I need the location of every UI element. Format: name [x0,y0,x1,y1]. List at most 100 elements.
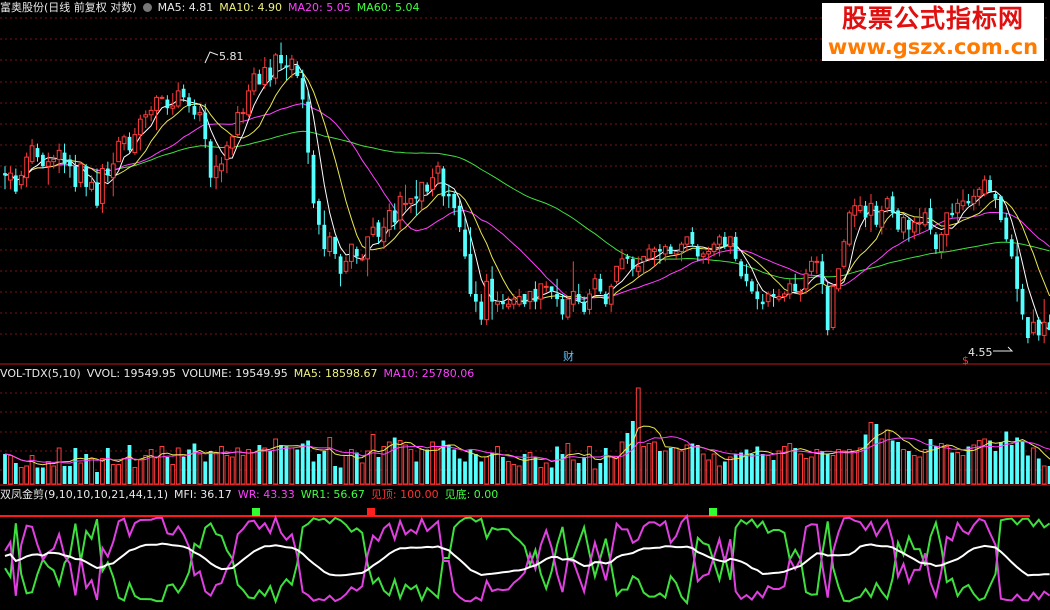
volume-bar-up [809,456,814,485]
candle-body-down [84,166,89,187]
volume-bar-up [224,455,230,485]
candle-body-down [468,253,473,294]
volume-bar-down [181,457,186,484]
volume-bar-down [322,451,327,484]
candle-body-down [906,220,911,230]
candle-body-up [419,181,425,202]
candle-body-up [435,165,441,174]
wr1-label: WR1: 56.67 [300,488,365,501]
volume-bar-down [463,461,467,484]
ma60-label: MA60: 5.04 [356,1,420,14]
candle-body-down [874,205,879,225]
candle-body-down [105,168,110,176]
candle-body-up [197,112,203,116]
candlesticks [3,42,1050,344]
candle-body-down [896,210,900,230]
volume-bar-down [473,454,478,484]
candle-body-up [505,303,511,308]
volume-bar-down [874,424,879,484]
candle-body-up [240,112,246,115]
volume-bar-up [798,453,804,485]
candle-body-down [479,301,484,320]
candle-body-down [1015,256,1020,289]
volume-bar-up [18,467,24,485]
candle-body-up [711,243,717,252]
volume-bar-up [89,458,94,485]
candle-body-up [679,243,684,252]
candle-body-up [641,255,647,262]
candle-body-up [901,217,906,233]
candle-body-up [1041,321,1047,336]
candle-body-up [370,226,376,235]
volume-bar-down [306,440,310,484]
candle-body-up [538,283,544,300]
volume-bar-down [603,448,608,484]
volume-bar-down [1015,437,1020,484]
candle-body-up [798,290,804,293]
candle-body-up [408,198,414,204]
candle-body-down [1009,239,1014,257]
candle-body-down [62,152,67,164]
volume-bar-up [419,449,425,485]
candle-body-up [273,54,279,79]
volume-bar-up [727,456,733,485]
candle-body-down [993,193,998,199]
candle-body-up [18,174,24,186]
volume-bar-down [668,448,673,484]
volume-bar-down [452,449,457,484]
candle-body-up [614,265,619,282]
candle-body-down [722,236,727,247]
volume-header: VOL-TDX(5,10) VVOL: 19549.95 VOLUME: 19549… [0,366,480,382]
volume-bar-down [906,451,911,484]
candle-body-up [765,293,771,303]
volume-bar-up [646,443,652,485]
candle-body-up [673,250,679,255]
volume-bar-up [289,447,295,485]
volume-bar-up [570,459,576,485]
bottom-label: 见底: 0.00 [444,488,499,501]
candle-body-down [279,54,283,64]
sell-signal-marker [367,508,375,516]
volume-indicator-name: VOL-TDX(5,10) [0,367,81,380]
candle-body-down [473,293,478,302]
volume-bar-down [333,466,338,484]
volume-bar-down [555,446,559,484]
candle-body-down [446,193,451,197]
event-marker: $ [962,354,969,367]
volume-bar-down [165,457,170,484]
candle-body-up [570,290,576,305]
candle-body-down [306,101,310,153]
candle-body-up [154,96,159,111]
volume-bar-down [95,472,99,484]
candle-body-down [501,301,505,305]
candle-body-up [78,163,84,183]
candle-body-down [257,73,262,85]
volume-bar-up [814,449,820,485]
volume-bar-down [934,446,938,484]
volume-bar-down [414,461,419,484]
volume-bar-down [425,449,430,484]
chart-canvas[interactable]: 5.81 4.55 财 $ [0,0,1050,606]
volume-bar-up [51,465,57,485]
ma10-label: MA10: 4.90 [219,1,283,14]
candle-body-up [229,136,235,149]
candle-body-up [386,209,392,231]
candle-body-down [181,88,186,98]
candle-body-down [690,232,695,245]
candle-body-up [922,212,928,226]
volume-bar-down [203,461,208,484]
volume-bar-up [635,387,641,485]
candle-body-up [89,181,94,190]
candle-body-up [706,250,712,255]
volume-bar-up [901,449,906,485]
settings-dot-icon[interactable] [142,3,152,12]
indicator-name: 双凤金剪(9,10,10,10,21,44,1,1) [0,488,169,501]
chart-stage[interactable]: 5.81 4.55 财 $ 富奥股份(日线 前复权 对数) MA5: 4.81 MA10:… [0,0,1050,606]
volume-bar-up [403,444,408,485]
buy-signal-marker [252,508,260,516]
volume-bar-up [240,455,246,485]
volume-bar-down [1009,445,1014,484]
volume-bar-down [73,448,78,484]
candle-body-down [533,288,538,302]
volume-bar-up [137,459,143,485]
